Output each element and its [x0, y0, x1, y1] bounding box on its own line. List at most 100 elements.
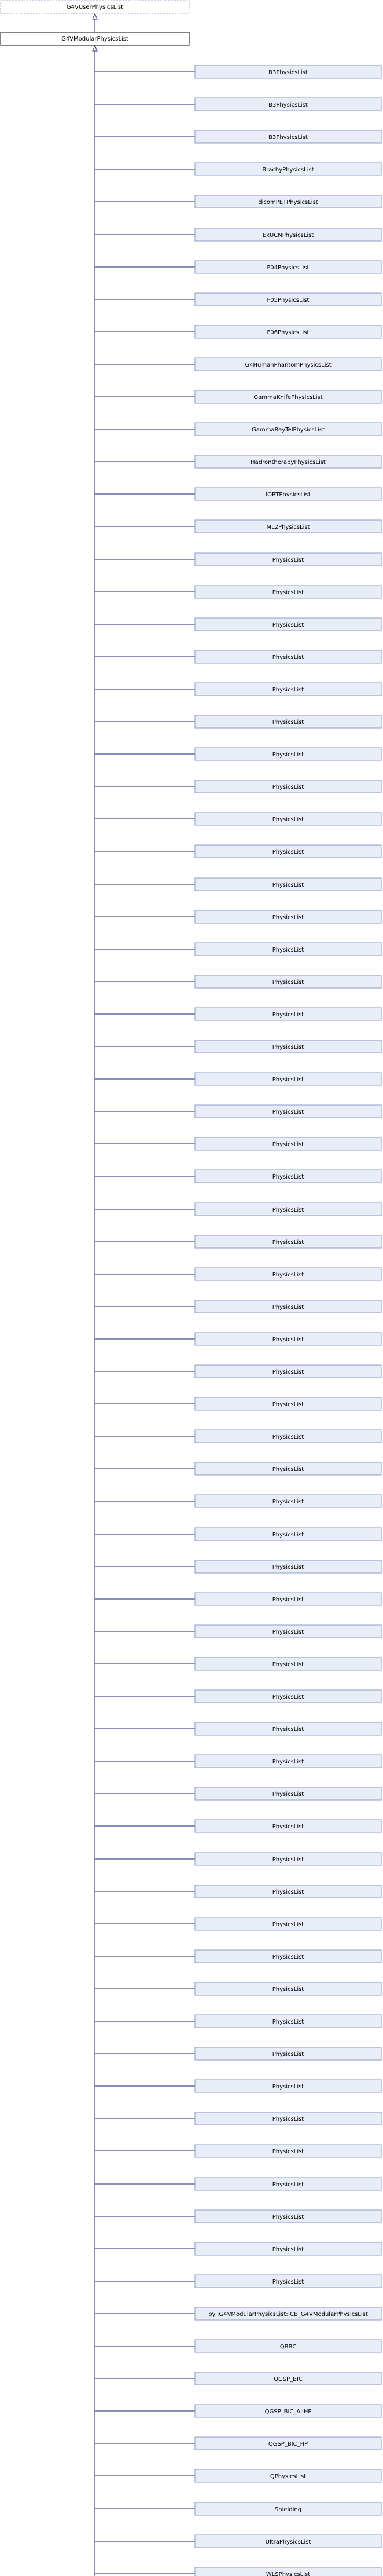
derived-class-node[interactable]: PhysicsList	[194, 1040, 382, 1053]
derived-class-node[interactable]: ExUCNPhysicsList	[194, 228, 382, 241]
derived-class-label: PhysicsList	[272, 2116, 304, 2123]
derived-class-node[interactable]: PhysicsList	[194, 2177, 382, 2191]
derived-class-label: py::G4VModularPhysicsList::CB_G4VModular…	[208, 2311, 368, 2318]
derived-class-label: PhysicsList	[272, 1499, 304, 1505]
derived-class-label: PhysicsList	[272, 622, 304, 628]
derived-class-label: PhysicsList	[272, 1239, 304, 1246]
derived-class-node[interactable]: PhysicsList	[194, 1819, 382, 1833]
derived-class-node[interactable]: PhysicsList	[194, 910, 382, 924]
derived-class-node[interactable]: PhysicsList	[194, 1722, 382, 1736]
derived-class-node[interactable]: PhysicsList	[194, 942, 382, 956]
derived-class-node[interactable]: PhysicsList	[194, 812, 382, 826]
derived-class-label: PhysicsList	[272, 1694, 304, 1700]
derived-class-node[interactable]: QGSP_BIC	[194, 2372, 382, 2385]
derived-class-node[interactable]: PhysicsList	[194, 1689, 382, 1703]
derived-class-node[interactable]: PhysicsList	[194, 552, 382, 566]
derived-class-node[interactable]: dicomPETPhysicsList	[194, 195, 382, 208]
derived-class-node[interactable]: PhysicsList	[194, 1007, 382, 1021]
derived-class-node[interactable]: PhysicsList	[194, 2112, 382, 2125]
derived-class-node[interactable]: WLSPhysicsList	[194, 2567, 382, 2576]
derived-class-node[interactable]: HadrontherapyPhysicsList	[194, 455, 382, 469]
derived-class-node[interactable]: B3PhysicsList	[194, 97, 382, 111]
derived-class-node[interactable]: BrachyPhysicsList	[194, 162, 382, 176]
derived-class-node[interactable]: PhysicsList	[194, 2014, 382, 2028]
derived-class-node[interactable]: PhysicsList	[194, 1560, 382, 1574]
derived-class-node[interactable]: PhysicsList	[194, 2047, 382, 2061]
derived-class-node[interactable]: PhysicsList	[194, 682, 382, 696]
derived-class-node[interactable]: GammaKnifePhysicsList	[194, 390, 382, 404]
derived-class-node[interactable]: PhysicsList	[194, 1202, 382, 1216]
derived-class-node[interactable]: F05PhysicsList	[194, 292, 382, 306]
derived-class-node[interactable]: PhysicsList	[194, 1885, 382, 1898]
derived-class-node[interactable]: B3PhysicsList	[194, 65, 382, 79]
derived-class-node[interactable]: Shielding	[194, 2502, 382, 2516]
derived-class-node[interactable]: PhysicsList	[194, 1300, 382, 1313]
derived-class-node[interactable]: PhysicsList	[194, 1592, 382, 1606]
derived-class-node[interactable]: UltraPhysicsList	[194, 2534, 382, 2548]
derived-class-node[interactable]: PhysicsList	[194, 1852, 382, 1866]
derived-class-node[interactable]: ML2PhysicsList	[194, 519, 382, 533]
derived-class-node[interactable]: PhysicsList	[194, 1429, 382, 1443]
derived-class-node[interactable]: QBBC	[194, 2339, 382, 2353]
derived-class-node[interactable]: PhysicsList	[194, 2274, 382, 2288]
derived-class-node[interactable]: PhysicsList	[194, 747, 382, 761]
derived-class-node[interactable]: PhysicsList	[194, 1169, 382, 1183]
derived-class-node[interactable]: F04PhysicsList	[194, 260, 382, 274]
derived-class-node[interactable]: PhysicsList	[194, 2079, 382, 2093]
derived-class-node[interactable]: QGSP_BIC_AllHP	[194, 2404, 382, 2418]
derived-class-label: PhysicsList	[272, 590, 304, 596]
derived-class-node[interactable]: PhysicsList	[194, 1624, 382, 1638]
derived-class-node[interactable]: PhysicsList	[194, 1787, 382, 1801]
derived-class-node[interactable]: PhysicsList	[194, 650, 382, 664]
derived-class-label: PhysicsList	[272, 849, 304, 855]
derived-class-label: PhysicsList	[272, 1922, 304, 1928]
derived-class-node[interactable]: PhysicsList	[194, 1494, 382, 1508]
derived-class-node[interactable]: QGSP_BIC_HP	[194, 2436, 382, 2450]
derived-class-node[interactable]: QPhysicsList	[194, 2469, 382, 2483]
derived-class-node[interactable]: PhysicsList	[194, 2209, 382, 2223]
derived-class-node[interactable]: PhysicsList	[194, 1949, 382, 1963]
derived-class-node[interactable]: PhysicsList	[194, 1267, 382, 1281]
derived-class-node[interactable]: PhysicsList	[194, 844, 382, 858]
derived-class-node[interactable]: PhysicsList	[194, 585, 382, 599]
derived-class-label: PhysicsList	[272, 947, 304, 953]
derived-class-node[interactable]: PhysicsList	[194, 1657, 382, 1671]
derived-class-node[interactable]: py::G4VModularPhysicsList::CB_G4VModular…	[194, 2307, 382, 2321]
derived-class-node[interactable]: PhysicsList	[194, 715, 382, 729]
root-node[interactable]: G4VUserPhysicsList	[0, 0, 190, 14]
derived-class-node[interactable]: PhysicsList	[194, 2242, 382, 2256]
derived-class-node[interactable]: PhysicsList	[194, 1397, 382, 1411]
derived-class-label: PhysicsList	[272, 719, 304, 726]
derived-class-label: G4HumanPhantomPhysicsList	[245, 362, 331, 368]
derived-class-node[interactable]: B3PhysicsList	[194, 130, 382, 144]
derived-class-label: PhysicsList	[272, 1986, 304, 1993]
derived-class-node[interactable]: PhysicsList	[194, 1982, 382, 1996]
derived-class-node[interactable]: PhysicsList	[194, 1364, 382, 1378]
derived-class-node[interactable]: PhysicsList	[194, 975, 382, 989]
derived-class-label: PhysicsList	[272, 2246, 304, 2253]
derived-class-label: PhysicsList	[272, 1109, 304, 1115]
derived-class-node[interactable]: PhysicsList	[194, 1462, 382, 1476]
derived-class-label: GammaRayTelPhysicsList	[252, 427, 325, 433]
derived-class-node[interactable]: PhysicsList	[194, 1072, 382, 1086]
derived-class-node[interactable]: PhysicsList	[194, 1754, 382, 1768]
derived-class-node[interactable]: PhysicsList	[194, 1527, 382, 1541]
derived-class-label: PhysicsList	[272, 1369, 304, 1375]
derived-class-node[interactable]: PhysicsList	[194, 1104, 382, 1118]
derived-class-node[interactable]: GammaRayTelPhysicsList	[194, 422, 382, 436]
derived-class-node[interactable]: PhysicsList	[194, 1235, 382, 1249]
derived-class-node[interactable]: IORTPhysicsList	[194, 487, 382, 501]
base-node[interactable]: G4VModularPhysicsList	[0, 32, 190, 46]
derived-class-label: PhysicsList	[272, 1824, 304, 1830]
derived-class-node[interactable]: PhysicsList	[194, 1137, 382, 1151]
derived-class-node[interactable]: F06PhysicsList	[194, 325, 382, 339]
derived-class-node[interactable]: PhysicsList	[194, 617, 382, 631]
derived-class-node[interactable]: PhysicsList	[194, 1917, 382, 1931]
derived-class-label: GammaKnifePhysicsList	[253, 394, 322, 401]
derived-class-node[interactable]: PhysicsList	[194, 2144, 382, 2158]
derived-class-node[interactable]: PhysicsList	[194, 877, 382, 891]
derived-class-node[interactable]: PhysicsList	[194, 780, 382, 793]
derived-class-node[interactable]: G4HumanPhantomPhysicsList	[194, 357, 382, 371]
derived-class-node[interactable]: PhysicsList	[194, 1332, 382, 1346]
inheritance-diagram: G4VUserPhysicsList G4VModularPhysicsList…	[0, 0, 382, 2576]
